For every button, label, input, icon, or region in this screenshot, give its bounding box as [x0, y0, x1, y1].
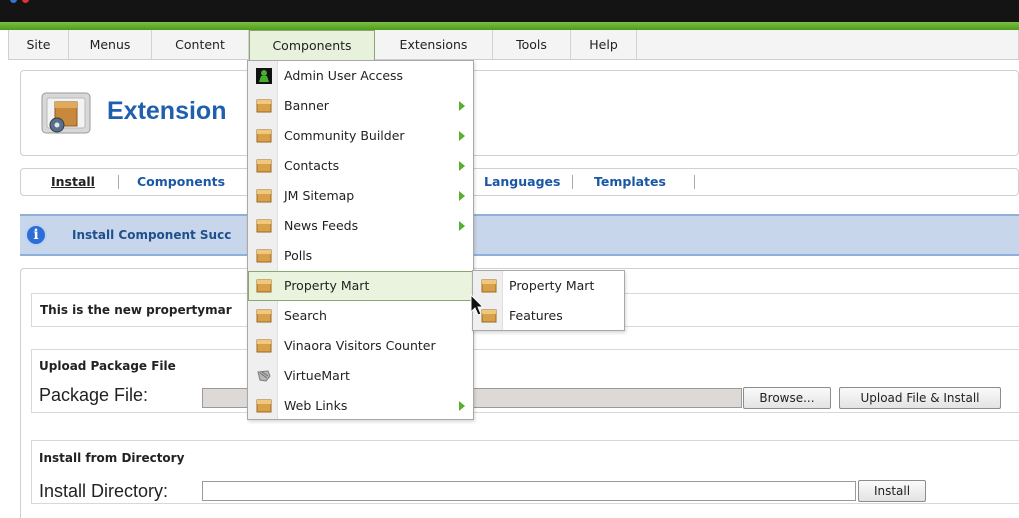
tab-templates[interactable]: Templates [594, 169, 666, 195]
menu-item-polls[interactable]: Polls [248, 241, 473, 271]
tab-languages[interactable]: Languages [484, 169, 560, 195]
browser-icon-red [22, 0, 29, 3]
menu-site[interactable]: Site [9, 30, 69, 59]
menu-extensions[interactable]: Extensions [375, 30, 493, 59]
menu-menus[interactable]: Menus [69, 30, 152, 59]
menu-item-label: VirtueMart [284, 368, 350, 383]
upload-install-button[interactable]: Upload File & Install [839, 387, 1001, 409]
browser-top-bar [0, 0, 1019, 22]
component-icon [256, 309, 272, 323]
component-icon [256, 279, 272, 293]
menu-item-jm-sitemap[interactable]: JM Sitemap [248, 181, 473, 211]
submenu-item-features[interactable]: Features [473, 301, 624, 331]
tab-install[interactable]: Install [51, 169, 95, 195]
submenu-arrow-icon [459, 131, 465, 141]
admin-user-access-icon [256, 68, 272, 84]
menu-item-admin-user-access[interactable]: Admin User Access [248, 61, 473, 91]
install-directory-section: Install from Directory Install Directory… [31, 440, 1019, 504]
extension-manager-icon [41, 92, 91, 134]
menu-item-contacts[interactable]: Contacts [248, 151, 473, 181]
component-icon [256, 129, 272, 143]
page-title: Extension [107, 97, 227, 125]
component-icon [256, 189, 272, 203]
browse-button[interactable]: Browse... [743, 387, 831, 409]
menu-item-banner[interactable]: Banner [248, 91, 473, 121]
upload-section-title: Upload Package File [39, 359, 176, 373]
property-mart-submenu: Property Mart Features [472, 270, 625, 331]
menu-item-news-feeds[interactable]: News Feeds [248, 211, 473, 241]
menu-item-label: Banner [284, 98, 329, 113]
tab-separator [694, 175, 695, 189]
component-icon [256, 339, 272, 353]
components-dropdown-menu: Admin User Access Banner Community Build… [247, 60, 474, 420]
menu-item-virtuemart[interactable]: VirtueMart [248, 361, 473, 391]
header-green-bar [0, 22, 1019, 30]
menu-item-label: News Feeds [284, 218, 359, 233]
extension-subtabs: Install Components Languages Templates [20, 168, 1019, 196]
submenu-item-property-mart[interactable]: Property Mart [473, 271, 624, 301]
menu-components[interactable]: Components [249, 30, 375, 60]
menu-item-label: Community Builder [284, 128, 405, 143]
submenu-item-label: Property Mart [509, 278, 595, 293]
upload-package-section: Upload Package File Package File: Browse… [31, 349, 1019, 413]
tab-separator [118, 175, 119, 189]
component-icon [256, 399, 272, 413]
menu-help[interactable]: Help [571, 30, 637, 59]
tab-separator [572, 175, 573, 189]
menu-item-property-mart[interactable]: Property Mart [248, 271, 473, 301]
directory-section-title: Install from Directory [39, 451, 185, 465]
component-icon [256, 99, 272, 113]
submenu-arrow-icon [459, 221, 465, 231]
menu-item-search[interactable]: Search [248, 301, 473, 331]
menu-item-label: Admin User Access [284, 68, 404, 83]
menu-tools[interactable]: Tools [493, 30, 571, 59]
header-panel: Extension [20, 70, 1019, 156]
submenu-arrow-icon [459, 191, 465, 201]
admin-menu-bar: Site Menus Content Components Extensions… [8, 30, 1019, 60]
tab-components[interactable]: Components [137, 169, 225, 195]
menu-item-label: JM Sitemap [284, 188, 355, 203]
package-file-label: Package File: [39, 385, 149, 405]
component-icon [256, 159, 272, 173]
install-success-message: i Install Component Succ [20, 214, 1019, 256]
submenu-arrow-icon [459, 401, 465, 411]
submenu-item-label: Features [509, 308, 563, 323]
browser-icon-blue [10, 0, 17, 3]
info-icon: i [25, 224, 47, 246]
menu-item-label: Contacts [284, 158, 340, 173]
menu-item-label: Property Mart [284, 278, 370, 293]
component-icon [256, 249, 272, 263]
menu-item-label: Search [284, 308, 327, 323]
component-icon [256, 219, 272, 233]
menu-content[interactable]: Content [152, 30, 249, 59]
menu-item-community-builder[interactable]: Community Builder [248, 121, 473, 151]
install-button[interactable]: Install [858, 480, 926, 502]
menu-item-label: Polls [284, 248, 313, 263]
install-description: This is the new propertymar [40, 303, 232, 317]
component-icon [481, 279, 497, 293]
message-text: Install Component Succ [72, 228, 232, 242]
submenu-arrow-icon [459, 101, 465, 111]
mouse-cursor-icon [470, 294, 485, 316]
install-directory-label: Install Directory: [39, 481, 169, 501]
virtuemart-icon [257, 370, 271, 382]
joomla-admin-window: Site Menus Content Components Extensions… [0, 0, 1019, 518]
menu-item-label: Vinaora Visitors Counter [284, 338, 436, 353]
submenu-arrow-icon [459, 161, 465, 171]
menu-item-web-links[interactable]: Web Links [248, 391, 473, 421]
menu-item-label: Web Links [284, 398, 348, 413]
menu-item-vinaora-visitors-counter[interactable]: Vinaora Visitors Counter [248, 331, 473, 361]
install-directory-input[interactable] [202, 481, 856, 501]
